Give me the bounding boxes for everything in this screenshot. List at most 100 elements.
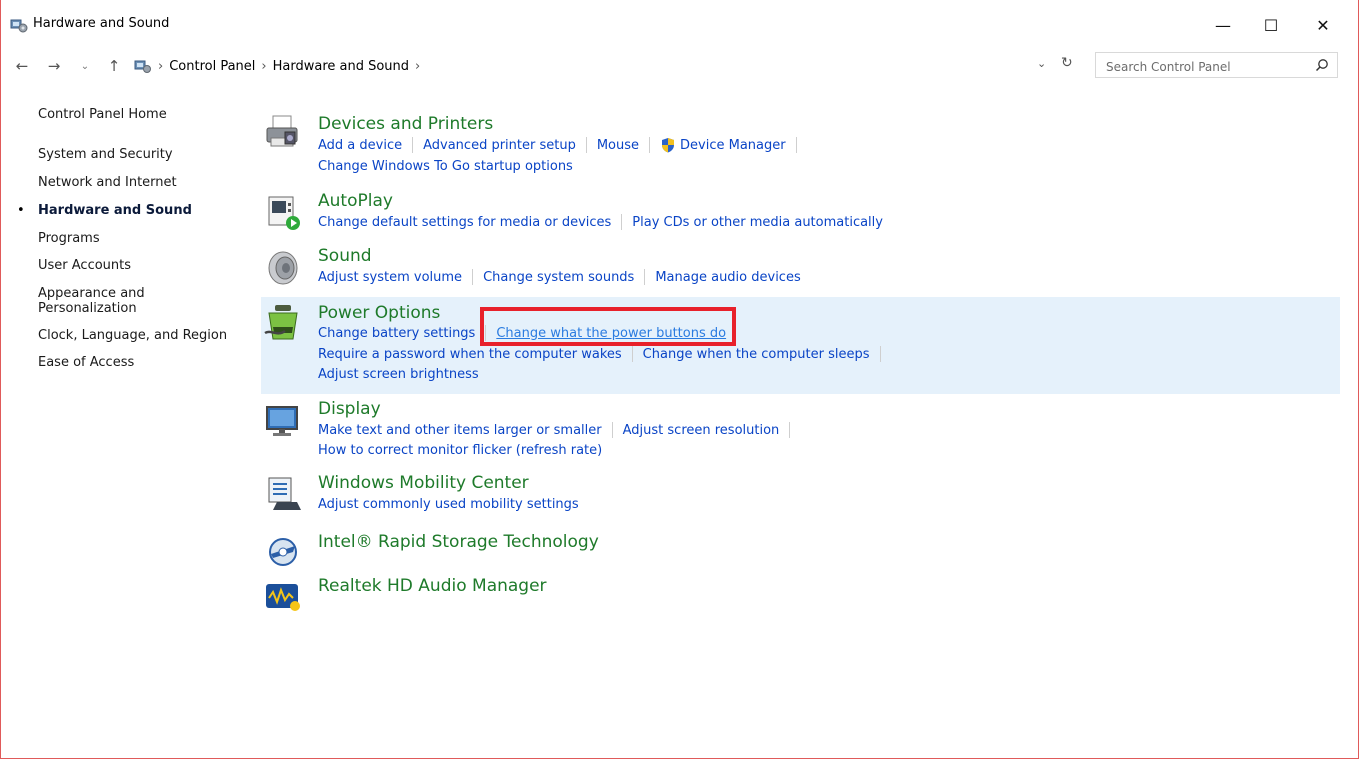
- change-default-media-settings-link[interactable]: Change default settings for media or dev…: [318, 215, 611, 230]
- monitor-icon: [266, 406, 298, 436]
- link-separator: [621, 214, 623, 230]
- adjust-screen-resolution-link[interactable]: Adjust screen resolution: [623, 423, 780, 438]
- arrow-left-icon: ←: [15, 57, 29, 75]
- adjust-mobility-settings-link[interactable]: Adjust commonly used mobility settings: [318, 497, 579, 512]
- maximize-button[interactable]: ☐: [1248, 10, 1294, 40]
- link-separator: [412, 137, 414, 153]
- breadcrumb-separator[interactable]: ›: [261, 59, 266, 74]
- close-button[interactable]: ✕: [1300, 10, 1346, 40]
- display-links-row-2: How to correct monitor flicker (refresh …: [318, 443, 602, 458]
- link-separator: [472, 269, 474, 285]
- chevron-down-icon: ⌄: [80, 60, 90, 72]
- power-links-row-2: Require a password when the computer wak…: [318, 346, 891, 362]
- sidebar-item-hardware-and-sound: Hardware and Sound: [38, 203, 192, 218]
- sidebar-item-system-and-security[interactable]: System and Security: [38, 147, 173, 162]
- sidebar-item-appearance-line2[interactable]: Personalization: [38, 301, 137, 316]
- breadcrumb-control-panel[interactable]: Control Panel: [169, 59, 255, 74]
- play-cds-automatically-link[interactable]: Play CDs or other media automatically: [632, 215, 883, 230]
- arrow-right-icon: →: [47, 57, 61, 75]
- title-bar[interactable]: Hardware and Sound — ☐ ✕: [0, 0, 1359, 48]
- category-sound: Sound Adjust system volume Change system…: [261, 242, 1340, 292]
- advanced-printer-setup-link[interactable]: Advanced printer setup: [423, 138, 576, 153]
- sidebar-item-user-accounts[interactable]: User Accounts: [38, 258, 131, 273]
- forward-button[interactable]: →: [44, 56, 64, 76]
- category-realtek-audio: Realtek HD Audio Manager: [261, 574, 1340, 611]
- recent-locations-button[interactable]: ⌄: [75, 56, 95, 76]
- display-links-row: Make text and other items larger or smal…: [318, 422, 800, 438]
- window-title: Hardware and Sound: [33, 16, 170, 31]
- device-manager-link[interactable]: Device Manager: [680, 138, 786, 153]
- windows-to-go-link[interactable]: Change Windows To Go startup options: [318, 159, 573, 174]
- sidebar-item-control-panel-home[interactable]: Control Panel Home: [38, 107, 167, 122]
- devices-links-row: Add a device Advanced printer setup Mous…: [318, 137, 807, 153]
- category-power-options: Power Options Change battery settings Ch…: [261, 297, 1340, 394]
- display-title[interactable]: Display: [318, 399, 381, 419]
- sound-title[interactable]: Sound: [318, 246, 372, 266]
- sidebar-item-programs[interactable]: Programs: [38, 231, 100, 246]
- search-box[interactable]: [1095, 52, 1338, 78]
- uac-shield-icon: [662, 138, 675, 153]
- search-icon[interactable]: [1315, 58, 1329, 72]
- devices-links-row-2: Change Windows To Go startup options: [318, 159, 573, 174]
- sidebar-item-clock-language-region[interactable]: Clock, Language, and Region: [38, 328, 227, 343]
- up-button[interactable]: ↑: [104, 56, 124, 76]
- change-battery-settings-link[interactable]: Change battery settings: [318, 326, 475, 341]
- breadcrumb[interactable]: › Control Panel › Hardware and Sound ›: [134, 56, 420, 76]
- sidebar-item-network-and-internet[interactable]: Network and Internet: [38, 175, 177, 190]
- breadcrumb-separator[interactable]: ›: [158, 59, 163, 74]
- mobility-center-icon: [268, 477, 301, 510]
- annotation-highlight-box: [480, 307, 736, 346]
- require-password-on-wake-link[interactable]: Require a password when the computer wak…: [318, 347, 622, 362]
- mouse-link[interactable]: Mouse: [597, 138, 639, 153]
- adjust-screen-brightness-link[interactable]: Adjust screen brightness: [318, 367, 479, 382]
- link-separator: [795, 137, 797, 153]
- speaker-icon: [268, 251, 298, 285]
- sidebar-item-ease-of-access[interactable]: Ease of Access: [38, 355, 134, 370]
- search-input[interactable]: [1104, 57, 1308, 77]
- link-separator: [879, 346, 881, 362]
- adjust-system-volume-link[interactable]: Adjust system volume: [318, 270, 462, 285]
- change-system-sounds-link[interactable]: Change system sounds: [483, 270, 634, 285]
- intel-rst-icon: [269, 538, 297, 566]
- printer-icon: [266, 115, 298, 147]
- refresh-button[interactable]: ↻: [1061, 55, 1073, 71]
- breadcrumb-hardware-and-sound[interactable]: Hardware and Sound: [273, 59, 409, 74]
- battery-icon: [264, 305, 298, 340]
- link-separator: [644, 269, 646, 285]
- autoplay-title[interactable]: AutoPlay: [318, 191, 393, 211]
- active-bullet: •: [17, 203, 25, 218]
- realtek-audio-icon: [266, 584, 300, 611]
- monitor-flicker-link[interactable]: How to correct monitor flicker (refresh …: [318, 443, 602, 458]
- arrow-up-icon: ↑: [107, 57, 121, 75]
- windows-mobility-center-title[interactable]: Windows Mobility Center: [318, 473, 529, 493]
- address-dropdown-button[interactable]: ⌄: [1037, 57, 1046, 70]
- category-devices-and-printers: Devices and Printers Add a device Advanc…: [261, 110, 1340, 180]
- power-links-row-3: Adjust screen brightness: [318, 367, 479, 382]
- back-button[interactable]: ←: [12, 56, 32, 76]
- category-autoplay: AutoPlay Change default settings for med…: [261, 187, 1340, 237]
- text-size-link[interactable]: Make text and other items larger or smal…: [318, 423, 602, 438]
- manage-audio-devices-link[interactable]: Manage audio devices: [655, 270, 800, 285]
- control-panel-icon: [10, 19, 28, 33]
- devices-and-printers-title[interactable]: Devices and Printers: [318, 114, 493, 134]
- power-options-title[interactable]: Power Options: [318, 303, 440, 323]
- sidebar-item-appearance-line1[interactable]: Appearance and: [38, 286, 145, 301]
- mobility-links-row: Adjust commonly used mobility settings: [318, 497, 579, 512]
- close-icon: ✕: [1316, 15, 1330, 35]
- link-separator: [649, 137, 651, 153]
- intel-rst-title[interactable]: Intel® Rapid Storage Technology: [318, 532, 599, 552]
- category-display: Display Make text and other items larger…: [261, 395, 1340, 465]
- autoplay-icon: [268, 196, 300, 230]
- control-panel-icon: [134, 60, 151, 73]
- minimize-button[interactable]: —: [1200, 10, 1246, 40]
- change-when-computer-sleeps-link[interactable]: Change when the computer sleeps: [643, 347, 870, 362]
- autoplay-links-row: Change default settings for media or dev…: [318, 214, 883, 230]
- sound-links-row: Adjust system volume Change system sound…: [318, 269, 801, 285]
- realtek-hd-audio-title[interactable]: Realtek HD Audio Manager: [318, 576, 547, 596]
- link-separator: [585, 137, 587, 153]
- maximize-icon: ☐: [1263, 15, 1279, 35]
- add-device-link[interactable]: Add a device: [318, 138, 402, 153]
- category-windows-mobility-center: Windows Mobility Center Adjust commonly …: [261, 470, 1340, 520]
- breadcrumb-separator[interactable]: ›: [415, 59, 420, 74]
- minimize-icon: —: [1215, 15, 1231, 35]
